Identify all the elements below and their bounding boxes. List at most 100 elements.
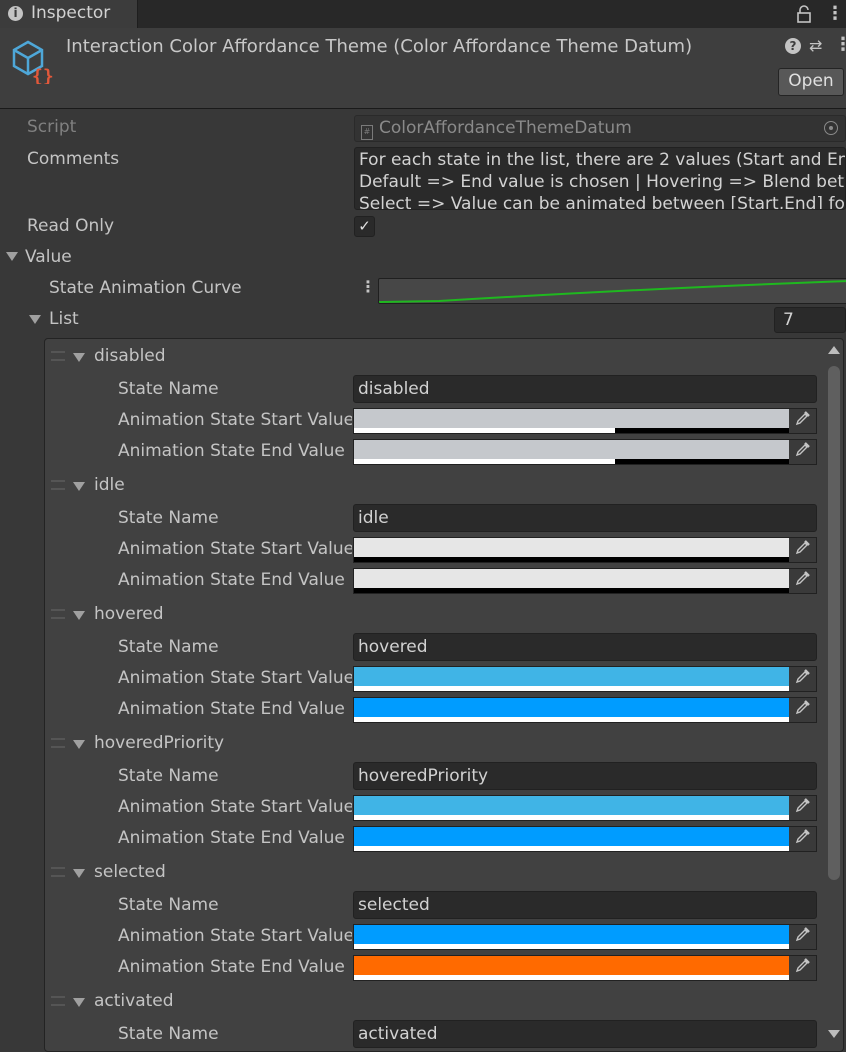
end-value-label: Animation State End Value: [118, 699, 345, 719]
eyedropper-icon[interactable]: [789, 667, 816, 691]
value-foldout-label[interactable]: Value: [25, 247, 72, 267]
element-foldout-label[interactable]: hovered: [94, 604, 164, 624]
eyedropper-icon[interactable]: [789, 409, 816, 433]
state-name-label: State Name: [118, 766, 219, 786]
alpha-bar-fill: [354, 815, 789, 820]
eyedropper-icon[interactable]: [789, 538, 816, 562]
read-only-checkbox[interactable]: ✓: [354, 216, 375, 237]
color-swatch[interactable]: [354, 569, 789, 588]
color-swatch[interactable]: [354, 667, 789, 686]
element-foldout-arrow[interactable]: [73, 611, 85, 620]
animation-curve-field[interactable]: [378, 278, 846, 304]
curve-menu-icon[interactable]: ⋮: [360, 277, 376, 296]
state-animation-curve-label: State Animation Curve: [49, 278, 242, 298]
start-value-color-field[interactable]: [353, 666, 817, 692]
start-value-color-field[interactable]: [353, 924, 817, 950]
eyedropper-icon[interactable]: [789, 698, 816, 722]
eyedropper-icon[interactable]: [789, 956, 816, 980]
element-foldout-label[interactable]: activated: [94, 991, 174, 1011]
element-foldout-label[interactable]: hoveredPriority: [94, 733, 224, 753]
scrollbar-thumb[interactable]: [828, 366, 840, 880]
alpha-bar-fill: [354, 975, 789, 980]
tab-menu-icon[interactable]: ⋮: [826, 3, 844, 24]
script-file-icon: #: [361, 125, 373, 140]
state-name-field[interactable]: activated: [353, 1020, 817, 1048]
state-name-field[interactable]: idle: [353, 504, 817, 532]
value-foldout-arrow[interactable]: [6, 252, 18, 261]
color-swatch[interactable]: [354, 925, 789, 944]
drag-handle-icon[interactable]: [51, 351, 65, 361]
script-field-value: ColorAffordanceThemeDatum: [379, 118, 632, 138]
start-value-color-field[interactable]: [353, 795, 817, 821]
list-foldout-label[interactable]: List: [49, 309, 79, 329]
start-value-label: Animation State Start Value: [118, 410, 352, 430]
state-name-label: State Name: [118, 1024, 219, 1044]
eyedropper-icon[interactable]: [789, 440, 816, 464]
end-value-label: Animation State End Value: [118, 828, 345, 848]
drag-handle-icon[interactable]: [51, 738, 65, 748]
inspector-tab[interactable]: i Inspector: [0, 0, 138, 28]
color-swatch[interactable]: [354, 698, 789, 717]
element-foldout-label[interactable]: selected: [94, 862, 166, 882]
presets-icon[interactable]: ⇄: [809, 36, 822, 55]
color-swatch[interactable]: [354, 956, 789, 975]
element-foldout-label[interactable]: disabled: [94, 346, 166, 366]
alpha-bar-empty: [615, 459, 789, 464]
help-icon[interactable]: ?: [785, 38, 801, 54]
end-value-label: Animation State End Value: [118, 570, 345, 590]
scroll-up-arrow-icon[interactable]: [828, 346, 840, 354]
state-name-label: State Name: [118, 508, 219, 528]
drag-handle-icon[interactable]: [51, 996, 65, 1006]
element-foldout-arrow[interactable]: [73, 998, 85, 1007]
alpha-bar-fill: [354, 459, 615, 464]
eyedropper-icon[interactable]: [789, 827, 816, 851]
state-name-field[interactable]: hoveredPriority: [353, 762, 817, 790]
script-field: # ColorAffordanceThemeDatum: [354, 115, 846, 142]
drag-handle-icon[interactable]: [51, 867, 65, 877]
end-value-color-field[interactable]: [353, 439, 817, 465]
scriptable-object-asset-icon: {}: [10, 38, 56, 87]
color-swatch[interactable]: [354, 409, 789, 428]
open-button[interactable]: Open: [778, 68, 844, 96]
element-foldout-arrow[interactable]: [73, 353, 85, 362]
svg-text:{}: {}: [32, 66, 54, 84]
drag-handle-icon[interactable]: [51, 609, 65, 619]
start-value-color-field[interactable]: [353, 537, 817, 563]
end-value-color-field[interactable]: [353, 955, 817, 981]
inspector-header: {} Interaction Color Affordance Theme (C…: [0, 28, 846, 109]
eyedropper-icon[interactable]: [789, 925, 816, 949]
color-swatch[interactable]: [354, 827, 789, 846]
eyedropper-icon[interactable]: [789, 569, 816, 593]
drag-handle-icon[interactable]: [51, 480, 65, 490]
animation-curve-graph: [379, 280, 846, 303]
list-foldout-arrow[interactable]: [29, 315, 41, 324]
color-swatch[interactable]: [354, 538, 789, 557]
list-size-field[interactable]: 7: [774, 307, 846, 333]
element-foldout-arrow[interactable]: [73, 869, 85, 878]
color-swatch[interactable]: [354, 796, 789, 815]
header-menu-icon[interactable]: ⋮: [834, 34, 846, 55]
comments-line: Default => End value is chosen | Hoverin…: [359, 172, 845, 192]
comments-textarea[interactable]: For each state in the list, there are 2 …: [354, 147, 846, 210]
state-name-field[interactable]: disabled: [353, 375, 817, 403]
alpha-bar-empty: [354, 588, 789, 593]
state-name-field[interactable]: hovered: [353, 633, 817, 661]
end-value-label: Animation State End Value: [118, 957, 345, 977]
element-foldout-arrow[interactable]: [73, 740, 85, 749]
alpha-bar-empty: [615, 428, 789, 433]
color-swatch[interactable]: [354, 440, 789, 459]
end-value-color-field[interactable]: [353, 568, 817, 594]
start-value-color-field[interactable]: [353, 408, 817, 434]
end-value-label: Animation State End Value: [118, 441, 345, 461]
end-value-color-field[interactable]: [353, 697, 817, 723]
state-name-field[interactable]: selected: [353, 891, 817, 919]
end-value-color-field[interactable]: [353, 826, 817, 852]
lock-icon[interactable]: [797, 5, 813, 23]
inspector-tab-label: Inspector: [31, 3, 111, 23]
element-foldout-label[interactable]: idle: [94, 475, 125, 495]
start-value-label: Animation State Start Value: [118, 926, 352, 946]
state-name-label: State Name: [118, 637, 219, 657]
element-foldout-arrow[interactable]: [73, 482, 85, 491]
scroll-down-arrow-icon[interactable]: [828, 1030, 840, 1038]
eyedropper-icon[interactable]: [789, 796, 816, 820]
